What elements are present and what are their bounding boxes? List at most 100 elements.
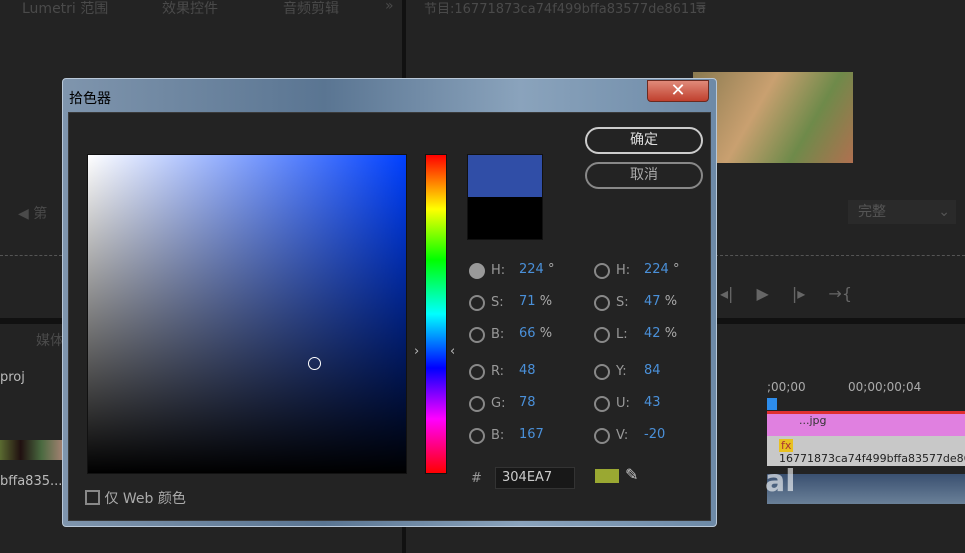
- dialog-titlebar[interactable]: 拾色器 ✕: [63, 79, 716, 112]
- hsl-value-2[interactable]: 42: [644, 326, 661, 341]
- yuv-value-0[interactable]: 84: [644, 363, 661, 378]
- rgb-radio-2[interactable]: [469, 428, 485, 444]
- tab-audio-clip[interactable]: 音频剪辑: [283, 0, 339, 18]
- color-cursor[interactable]: [308, 357, 321, 370]
- rgb-input-2[interactable]: 167: [519, 427, 544, 442]
- tab-media[interactable]: 媒体: [36, 330, 64, 350]
- fx-icon: fx: [779, 439, 794, 452]
- yuv-input-2[interactable]: -20: [644, 427, 665, 442]
- hsb-unit-2: %: [539, 326, 553, 341]
- fit-select[interactable]: 完整 ⌄: [848, 200, 956, 224]
- watermark: al: [765, 464, 796, 499]
- hsb-input-0[interactable]: 224 °: [519, 262, 554, 277]
- track-clip-image[interactable]: ...jpg: [767, 414, 965, 436]
- yuv-value-1[interactable]: 43: [644, 395, 661, 410]
- rgb-label-2: B:: [491, 428, 505, 443]
- yuv-radio-0[interactable]: [594, 364, 610, 380]
- hsb-input-1[interactable]: 71 %: [519, 294, 552, 309]
- hsb-label-2: B:: [491, 327, 505, 342]
- clip-label: 16771873ca74f499bffa83577de8611: [779, 452, 965, 465]
- hsb-radio-1[interactable]: [469, 295, 485, 311]
- rgb-value-0[interactable]: 48: [519, 363, 536, 378]
- hsb-label-1: S:: [491, 295, 504, 310]
- hsb-input-2[interactable]: 66 %: [519, 326, 552, 341]
- hsl-unit-1: %: [664, 294, 678, 309]
- ok-button[interactable]: 确定: [585, 127, 703, 154]
- yuv-input-1[interactable]: 43: [644, 395, 661, 410]
- hue-arrow-left-icon[interactable]: ›: [414, 344, 419, 359]
- hsl-value-1[interactable]: 47: [644, 294, 661, 309]
- eyedropper-icon[interactable]: ✎: [625, 465, 638, 484]
- gamut-warning-swatch[interactable]: [595, 469, 619, 483]
- yuv-label-2: V:: [616, 428, 629, 443]
- project-file: proj: [0, 370, 25, 385]
- close-button[interactable]: ✕: [647, 80, 709, 102]
- timecode-4: 00;00;00;04: [848, 380, 922, 394]
- rgb-label-1: G:: [491, 396, 506, 411]
- dialog-body: › ‹ 确定 取消 H: 224 ° S: 71 % B: 66 % R: 48…: [68, 112, 711, 521]
- checkbox-box[interactable]: [85, 490, 100, 505]
- audio-waveform[interactable]: [767, 474, 965, 504]
- hue-arrow-right-icon[interactable]: ‹: [450, 344, 455, 359]
- yuv-radio-1[interactable]: [594, 396, 610, 412]
- hsb-radio-0[interactable]: [469, 263, 485, 279]
- hue-slider[interactable]: [425, 154, 447, 474]
- rgb-input-1[interactable]: 78: [519, 395, 536, 410]
- time-ruler-left[interactable]: [0, 248, 62, 256]
- hsl-label-1: S:: [616, 295, 629, 310]
- timecode-start: ;00;00: [767, 380, 806, 394]
- color-picker-dialog: 拾色器 ✕ › ‹ 确定 取消 H: 224 ° S: 71 % B: 66 %…: [62, 78, 717, 527]
- hsb-label-0: H:: [491, 263, 506, 278]
- hsb-value-2[interactable]: 66: [519, 326, 536, 341]
- hsb-unit-1: %: [539, 294, 553, 309]
- transport-controls[interactable]: ◂| ▶ |▸ →{: [720, 284, 852, 303]
- saturation-brightness-field[interactable]: [87, 154, 407, 474]
- rgb-value-1[interactable]: 78: [519, 395, 536, 410]
- yuv-label-0: Y:: [616, 364, 627, 379]
- fit-select-value: 完整: [858, 204, 886, 220]
- program-monitor-title: 节目:16771873ca74f499bffa83577de8611a: [424, 2, 706, 17]
- rgb-label-0: R:: [491, 364, 505, 379]
- rgb-value-2[interactable]: 167: [519, 427, 544, 442]
- hsb-unit-0: °: [547, 262, 555, 277]
- hsl-input-0[interactable]: 224 °: [644, 262, 679, 277]
- rgb-radio-0[interactable]: [469, 364, 485, 380]
- prev-icon[interactable]: ◀ 第: [18, 203, 47, 223]
- yuv-radio-2[interactable]: [594, 428, 610, 444]
- hsb-value-1[interactable]: 71: [519, 294, 536, 309]
- tab-effect-controls[interactable]: 效果控件: [162, 0, 218, 18]
- track-clip-video[interactable]: fx 16771873ca74f499bffa83577de8611: [767, 436, 965, 466]
- old-color-swatch[interactable]: [468, 197, 542, 239]
- color-preview: [467, 154, 543, 240]
- hsl-label-0: H:: [616, 263, 631, 278]
- panel-menu-icon[interactable]: ≡: [695, 0, 707, 14]
- hsl-radio-2[interactable]: [594, 327, 610, 343]
- hsb-radio-2[interactable]: [469, 327, 485, 343]
- yuv-value-2[interactable]: -20: [644, 427, 665, 442]
- hsb-value-0[interactable]: 224: [519, 262, 544, 277]
- hsl-unit-0: °: [672, 262, 680, 277]
- close-icon: ✕: [670, 80, 686, 101]
- yuv-input-0[interactable]: 84: [644, 363, 661, 378]
- hex-input[interactable]: 304EA7: [495, 467, 575, 489]
- playhead[interactable]: [767, 398, 777, 410]
- clip-name[interactable]: bffa835...: [0, 474, 62, 489]
- web-colors-checkbox[interactable]: 仅 Web 颜色: [85, 488, 186, 508]
- hsl-radio-0[interactable]: [594, 263, 610, 279]
- cancel-button[interactable]: 取消: [585, 162, 703, 189]
- hsl-input-2[interactable]: 42 %: [644, 326, 677, 341]
- dialog-title: 拾色器: [69, 91, 111, 107]
- more-tabs-icon[interactable]: »: [385, 0, 394, 14]
- hsl-radio-1[interactable]: [594, 295, 610, 311]
- time-ruler[interactable]: [715, 248, 965, 256]
- rgb-input-0[interactable]: 48: [519, 363, 536, 378]
- hsl-input-1[interactable]: 47 %: [644, 294, 677, 309]
- hsl-unit-2: %: [664, 326, 678, 341]
- hsl-label-2: L:: [616, 327, 628, 342]
- clip-thumbnail[interactable]: [0, 440, 62, 460]
- tab-lumetri[interactable]: Lumetri 范围: [22, 0, 108, 18]
- new-color-swatch: [468, 155, 542, 197]
- web-colors-label: 仅 Web 颜色: [104, 491, 186, 507]
- hsl-value-0[interactable]: 224: [644, 262, 669, 277]
- rgb-radio-1[interactable]: [469, 396, 485, 412]
